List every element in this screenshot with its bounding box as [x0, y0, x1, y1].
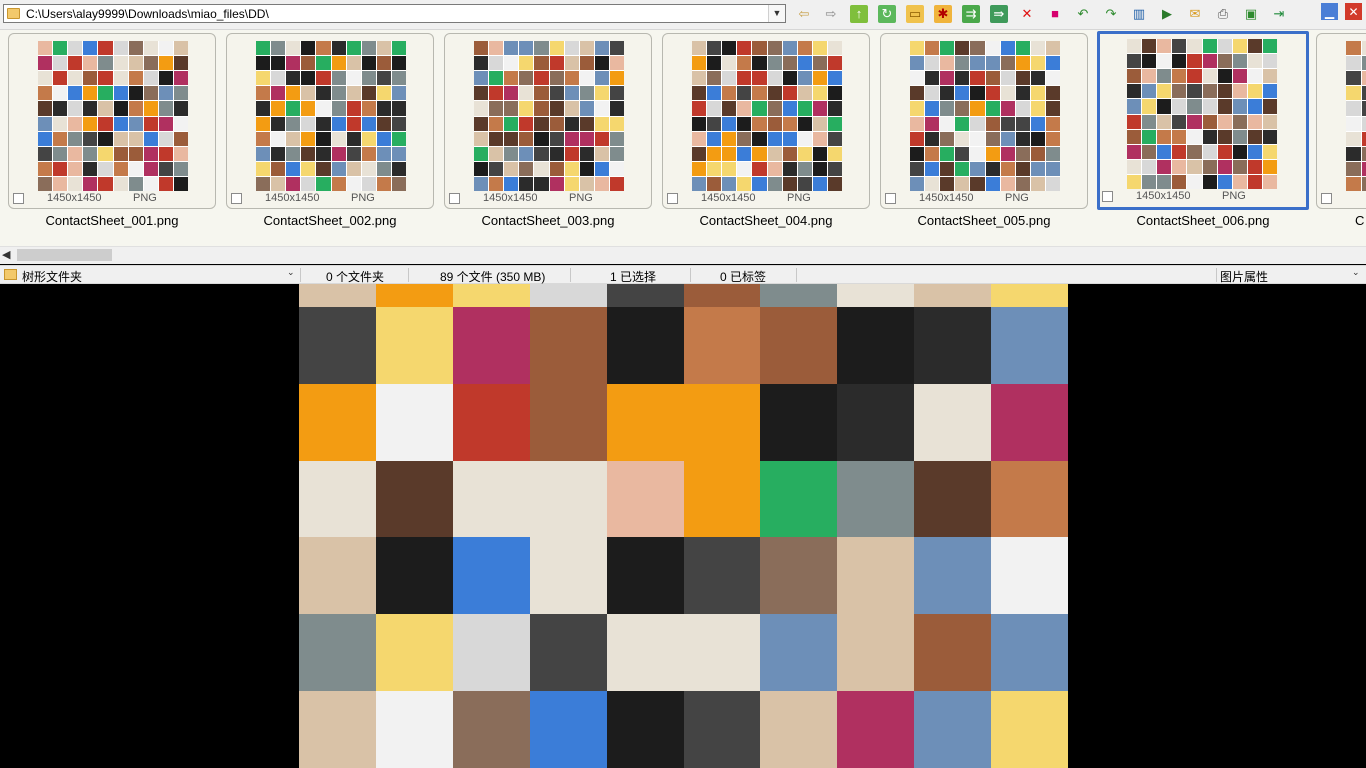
thumbnail-dimensions: 1450x1450	[701, 192, 756, 204]
scrollbar-thumb[interactable]	[17, 249, 112, 261]
thumbnail-image	[1346, 41, 1366, 191]
status-separator	[796, 268, 797, 282]
tree-folder-label[interactable]: 树形文件夹	[22, 268, 82, 285]
thumbnail-card[interactable]: 1450x1450 PNG	[8, 33, 216, 209]
address-bar[interactable]: C:\Users\alay9999\Downloads\miao_files\D…	[3, 4, 786, 23]
thumbnail-format: PNG	[133, 192, 157, 204]
up-folder-icon[interactable]: ↑	[850, 5, 868, 23]
status-files: 89 个文件 (350 MB)	[440, 270, 546, 284]
thumbnail-meta: 1450x1450 PNG	[701, 192, 841, 204]
status-selected: 1 已选择	[610, 270, 657, 284]
thumbnail-image	[1127, 39, 1277, 189]
thumbnail-checkbox[interactable]	[1321, 193, 1332, 204]
refresh-folder-icon[interactable]: ↻	[878, 5, 896, 23]
rotate-right-icon[interactable]: ↷	[1102, 5, 1120, 23]
thumbnail-meta: 1450x1450 PNG	[47, 192, 187, 204]
thumbnail-checkbox[interactable]	[449, 193, 460, 204]
thumbnail-image	[910, 41, 1060, 191]
scroll-left-icon[interactable]: ◀	[2, 248, 10, 261]
thumbnail-dimensions: 1450x1450	[265, 192, 320, 204]
status-separator	[690, 268, 691, 282]
select-icon[interactable]: ■	[1046, 5, 1064, 23]
thumbnail-strip: 1450x1450 PNG 1450x1450 PNG 1450x1450 PNG 1…	[0, 30, 1366, 246]
thumbnail-dimensions: 1450x1450	[483, 192, 538, 204]
status-separator	[570, 268, 571, 282]
image-preview[interactable]	[299, 284, 1068, 768]
horizontal-scrollbar[interactable]: ◀	[0, 246, 1366, 264]
thumbnail-filename[interactable]: ContactSheet_004.png	[662, 213, 870, 228]
thumbnail-dimensions: 1450x1450	[1136, 190, 1191, 202]
status-folders: 0 个文件夹	[326, 270, 385, 284]
back-arrow-icon[interactable]: ⇦	[795, 5, 813, 23]
thumbnail-format: PNG	[569, 192, 593, 204]
thumbnail-filename[interactable]: ContactSheet_003.png	[444, 213, 652, 228]
compare-icon[interactable]: ▥	[1130, 5, 1148, 23]
thumbnail-filename[interactable]: ContactSheet_006.png	[1099, 213, 1307, 228]
contact-sheet-image	[299, 284, 1068, 768]
thumbnail-filename[interactable]: ContactSheet_005.png	[880, 213, 1088, 228]
minimize-icon[interactable]: ▁	[1321, 3, 1338, 20]
thumbnail-image	[256, 41, 406, 191]
thumbnail-image	[38, 41, 188, 191]
folder-icon	[7, 8, 20, 19]
status-separator	[1216, 268, 1217, 282]
copy-to-icon[interactable]: ⇉	[962, 5, 980, 23]
delete-icon[interactable]: ✕	[1018, 5, 1036, 23]
thumbnail-filename[interactable]: C	[1355, 213, 1366, 228]
thumbnail-image	[474, 41, 624, 191]
thumbnail-checkbox[interactable]	[1102, 191, 1113, 202]
thumbnail-dimensions: 1450x1450	[919, 192, 974, 204]
address-dropdown-icon[interactable]: ▼	[768, 5, 785, 22]
status-bar: 树形文件夹 ⌄ 0 个文件夹 89 个文件 (350 MB) 1 已选择 0 已…	[0, 265, 1366, 284]
thumbnail-format: PNG	[787, 192, 811, 204]
new-folder-icon[interactable]: ✱	[934, 5, 952, 23]
thumbnail-format: PNG	[1005, 192, 1029, 204]
convert-icon[interactable]: ▣	[1242, 5, 1260, 23]
address-path[interactable]: C:\Users\alay9999\Downloads\miao_files\D…	[26, 7, 269, 21]
thumbnail-card[interactable]	[1316, 33, 1366, 209]
email-icon[interactable]: ✉	[1186, 5, 1204, 23]
thumbnail-card[interactable]: 1450x1450 PNG	[226, 33, 434, 209]
rotate-left-icon[interactable]: ↶	[1074, 5, 1092, 23]
thumbnail-card-selected[interactable]: 1450x1450 PNG	[1097, 31, 1309, 210]
thumbnail-checkbox[interactable]	[13, 193, 24, 204]
properties-collapse-icon[interactable]: ⌄	[1352, 267, 1360, 278]
image-properties-label[interactable]: 图片属性	[1220, 268, 1268, 285]
thumbnail-meta: 1450x1450 PNG	[1136, 190, 1276, 202]
thumbnail-meta: 1450x1450 PNG	[483, 192, 623, 204]
thumbnail-checkbox[interactable]	[885, 193, 896, 204]
status-separator	[300, 268, 301, 282]
folder-tree-icon	[4, 269, 17, 280]
thumbnail-image	[692, 41, 842, 191]
thumbnail-checkbox[interactable]	[231, 193, 242, 204]
thumbnail-filename[interactable]: ContactSheet_002.png	[226, 213, 434, 228]
thumbnail-filename[interactable]: ContactSheet_001.png	[8, 213, 216, 228]
print-icon[interactable]: ⎙	[1214, 5, 1232, 23]
status-tagged: 0 已标签	[720, 270, 767, 284]
slideshow-icon[interactable]: ▶	[1158, 5, 1176, 23]
move-to-icon[interactable]: ⇛	[990, 5, 1008, 23]
open-folder-icon[interactable]: ▭	[906, 5, 924, 23]
tree-collapse-icon[interactable]: ⌄	[287, 267, 295, 278]
thumbnail-format: PNG	[1222, 190, 1246, 202]
toolbar: C:\Users\alay9999\Downloads\miao_files\D…	[0, 0, 1366, 30]
thumbnail-dimensions: 1450x1450	[47, 192, 102, 204]
thumbnail-card[interactable]: 1450x1450 PNG	[444, 33, 652, 209]
thumbnail-card[interactable]: 1450x1450 PNG	[880, 33, 1088, 209]
status-separator	[408, 268, 409, 282]
thumbnail-card[interactable]: 1450x1450 PNG	[662, 33, 870, 209]
forward-arrow-icon[interactable]: ⇨	[822, 5, 840, 23]
close-icon[interactable]: ✕	[1345, 3, 1362, 20]
thumbnail-meta: 1450x1450 PNG	[919, 192, 1059, 204]
thumbnail-checkbox[interactable]	[667, 193, 678, 204]
exit-icon[interactable]: ⇥	[1270, 5, 1288, 23]
thumbnail-format: PNG	[351, 192, 375, 204]
thumbnail-meta: 1450x1450 PNG	[265, 192, 405, 204]
